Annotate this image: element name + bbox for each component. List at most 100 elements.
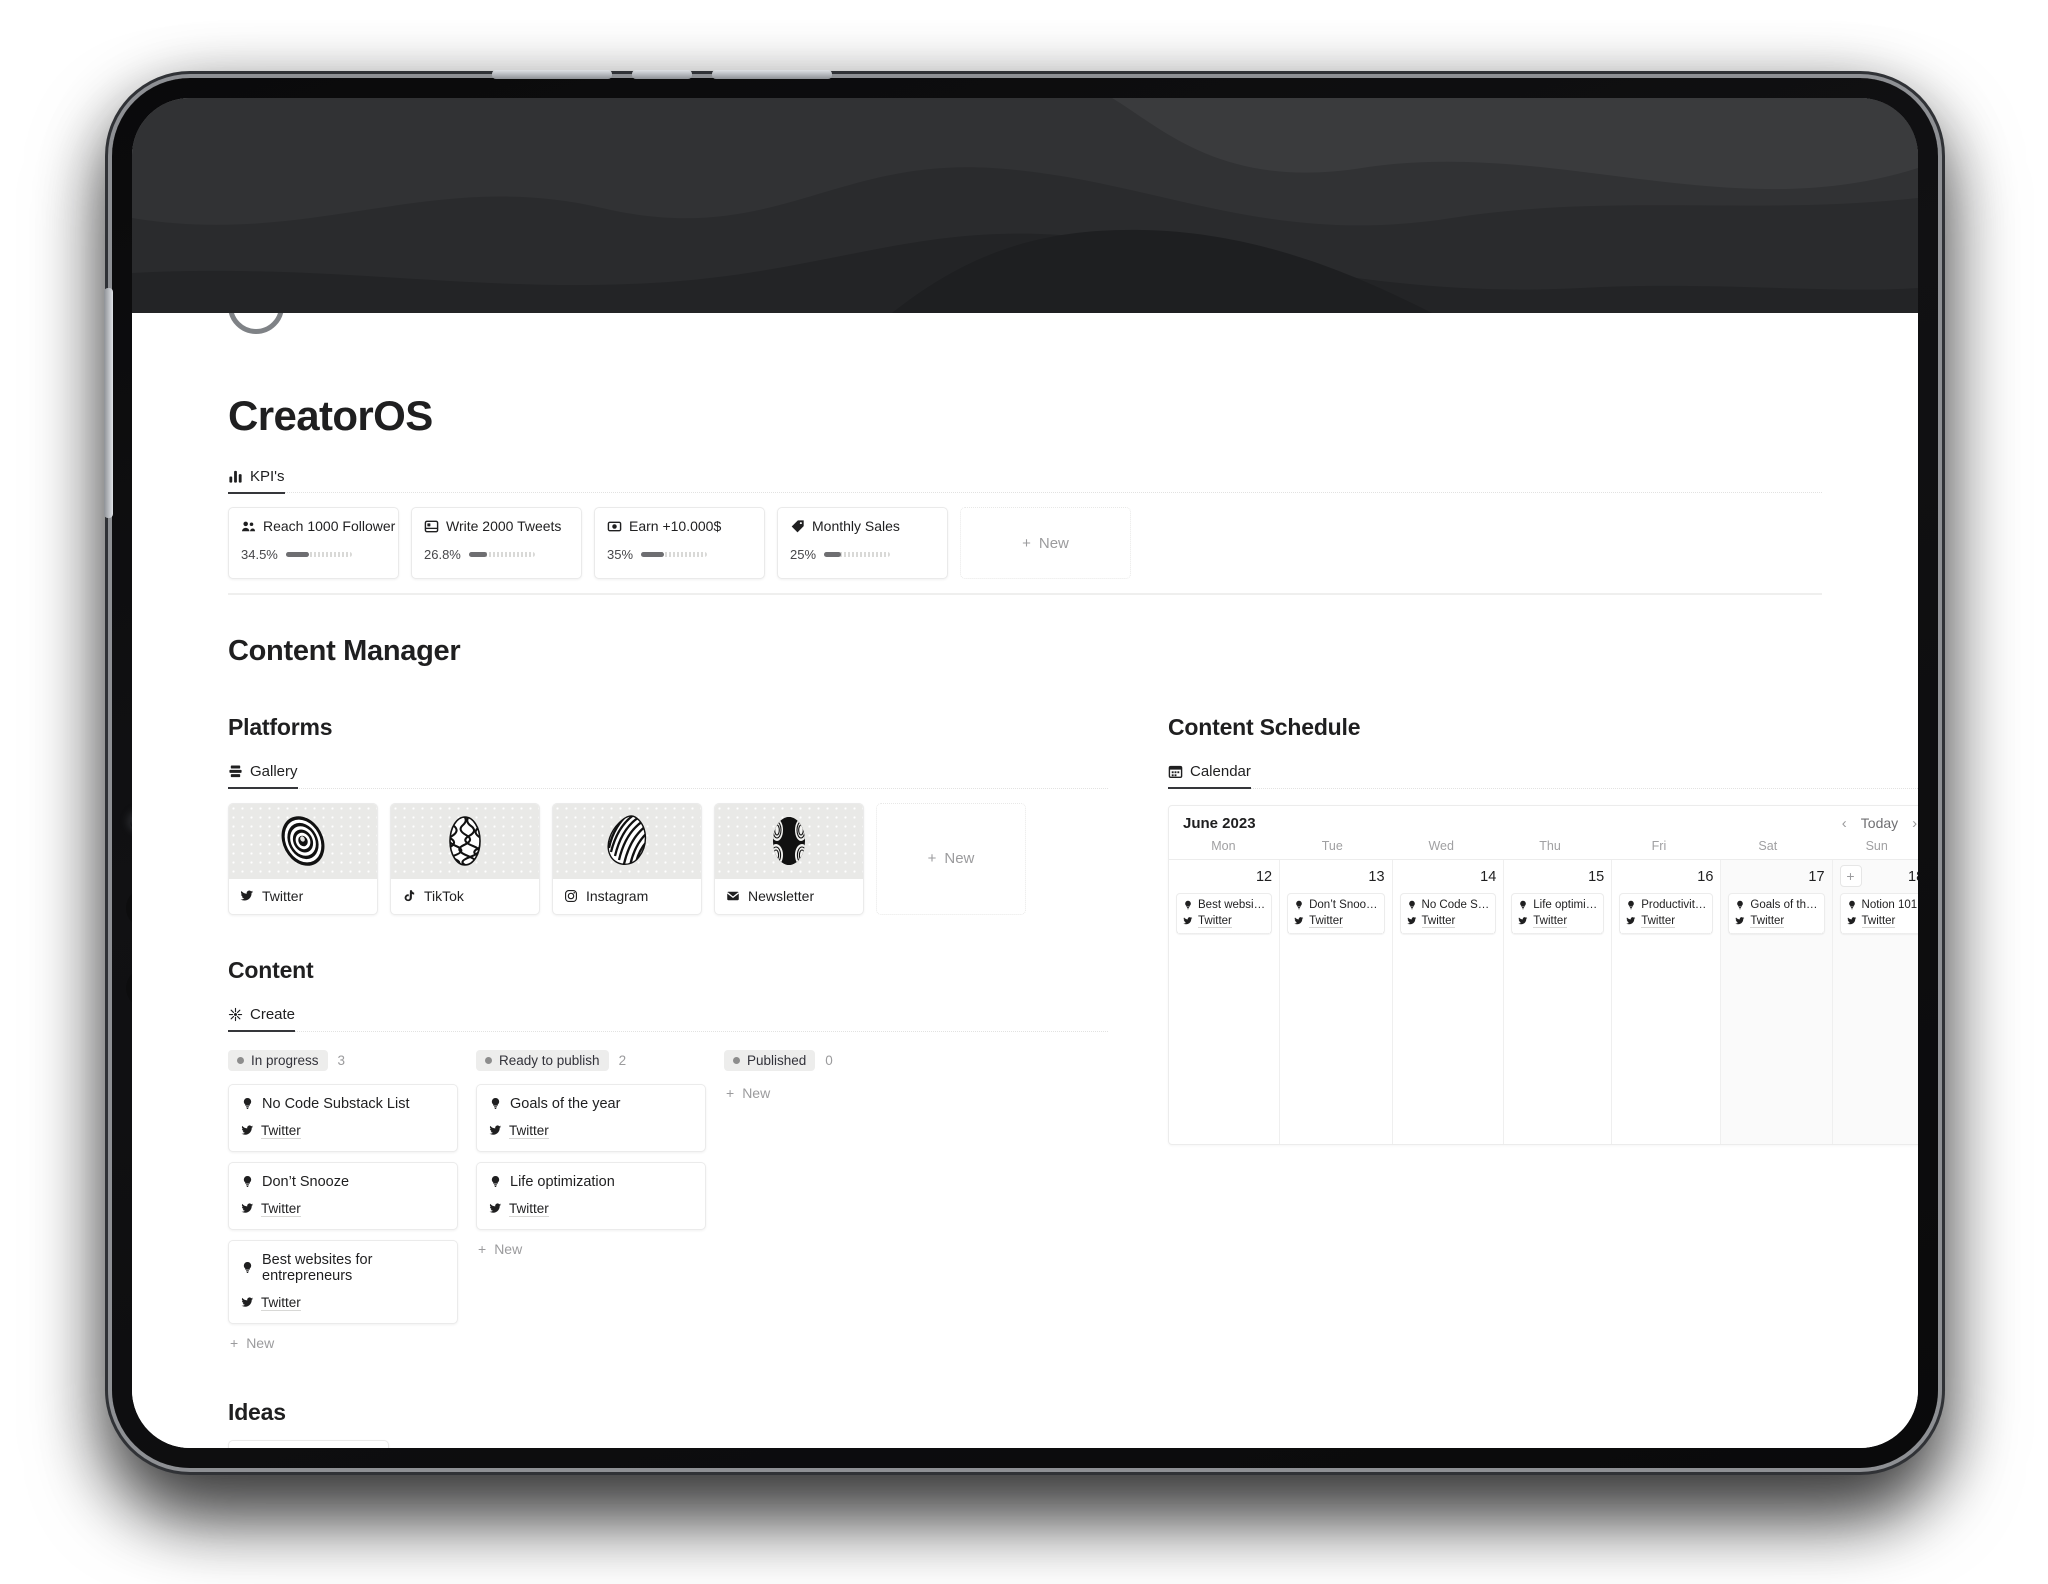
kpi-progress-bar [641, 552, 708, 557]
platform-new-button[interactable]: + New [876, 802, 1026, 915]
compose-icon [424, 519, 439, 534]
plus-icon: + [230, 1334, 239, 1351]
tab-gallery[interactable]: Gallery [228, 763, 298, 789]
calendar-event[interactable]: No Code S… Twitter [1399, 892, 1497, 934]
tab-create-label: Create [250, 1006, 296, 1023]
kpi-percent-label: 35% [607, 547, 634, 562]
platform-card[interactable]: Newsletter [714, 802, 864, 915]
day-name: Tue [1321, 838, 1343, 853]
platform-name: TikTok [424, 887, 464, 904]
calendar-day-cell[interactable]: 12 Best websi… Twitter [1169, 859, 1281, 1144]
tablet-device: CreatorOS KPI's Reach 1000 Follower 34.5… [104, 70, 1938, 1468]
platforms-viewbar: Gallery [228, 755, 1108, 789]
platform-tag: Twitter [1421, 914, 1456, 928]
calendar-day-cell[interactable]: 13 Don’t Snoo… Twitter [1280, 859, 1393, 1144]
calendar-day-cell[interactable]: 16 Productivit… Twitter [1612, 859, 1722, 1144]
calendar-grid: 12 Best websi… Twitter 13 Don’t Snoo… Tw… [1169, 859, 1918, 1144]
content-card-title: Goals of the year [510, 1095, 621, 1112]
kpi-new-button[interactable]: + New [960, 507, 1131, 579]
content-card[interactable]: Don’t Snooze Twitter [228, 1161, 458, 1230]
platform-tag: Twitter [1750, 914, 1785, 928]
add-content-idea-button[interactable]: Add content idea [228, 1439, 389, 1448]
page-title: CreatorOS [228, 392, 433, 439]
calendar-prev-button[interactable]: ‹ [1842, 815, 1847, 832]
platform-card-label: TikTok [391, 879, 539, 913]
calendar-event[interactable]: Notion 101 Twitter [1839, 892, 1918, 934]
board-column-count: 3 [337, 1053, 346, 1068]
board-new-button[interactable]: + New [228, 1335, 458, 1351]
page-cover-image[interactable] [132, 98, 1918, 313]
day-name: Sat [1758, 838, 1778, 853]
content-card[interactable]: No Code Substack List Twitter [228, 1083, 458, 1152]
platform-tag: Twitter [1309, 914, 1343, 928]
kpi-card[interactable]: Reach 1000 Follower 34.5% [228, 507, 399, 579]
status-badge[interactable]: Ready to publish [476, 1050, 609, 1071]
day-name: Sun [1865, 838, 1888, 853]
platform-tag: Twitter [1641, 914, 1676, 928]
content-card-title: Life optimization [510, 1173, 615, 1190]
content-card[interactable]: Best websites for entrepreneurs Twitter [228, 1239, 458, 1324]
kpi-title-wrap: Write 2000 Tweets [424, 518, 569, 534]
calendar-add-event-button[interactable]: + [1839, 864, 1862, 887]
calendar-event[interactable]: Life optimi… Twitter [1511, 892, 1605, 934]
calendar-event[interactable]: Goals of th… Twitter [1728, 892, 1825, 934]
calendar-day-cell[interactable]: 17 Goals of th… Twitter [1721, 859, 1833, 1144]
calendar-day-number: 12 [1255, 868, 1273, 885]
calendar-toolbar: June 2023 ‹ Today › [1169, 806, 1918, 839]
platform-card[interactable]: Instagram [552, 802, 702, 915]
status-dot-icon [733, 1057, 740, 1064]
page-content: CreatorOS KPI's Reach 1000 Follower 34.5… [132, 313, 1918, 1448]
platform-new-label: New [944, 850, 975, 867]
ideas-heading: Ideas [228, 1398, 286, 1425]
lightbulb-icon [241, 1261, 254, 1274]
gallery-icon [228, 764, 243, 779]
kpi-card[interactable]: Earn +10.000$ 35% [594, 507, 765, 579]
tab-create[interactable]: Create [228, 1006, 296, 1032]
calendar-event-title-wrap: No Code S… [1407, 898, 1490, 911]
kpi-card[interactable]: Monthly Sales 25% [777, 507, 948, 579]
platform-name: Instagram [586, 887, 649, 904]
kpi-meter: 35% [607, 547, 752, 562]
calendar-event[interactable]: Productivit… Twitter [1619, 892, 1714, 934]
tab-calendar[interactable]: Calendar [1168, 763, 1251, 789]
calendar-event-title: No Code S… [1421, 898, 1490, 911]
content-card[interactable]: Life optimization Twitter [476, 1161, 706, 1230]
tab-kpis[interactable]: KPI's [228, 468, 285, 494]
platforms-heading: Platforms [228, 713, 333, 740]
calendar-day-cell[interactable]: + 18 Notion 101 [1832, 859, 1918, 1144]
top-button-3[interactable] [712, 70, 832, 79]
content-card[interactable]: Goals of the year Twitter [476, 1083, 706, 1152]
twitter-icon [489, 1202, 502, 1215]
volume-button[interactable] [104, 288, 113, 518]
status-badge[interactable]: Published [724, 1050, 816, 1071]
calendar-day-cell[interactable]: 15 Life optimi… Twitter [1504, 859, 1613, 1144]
top-button-2[interactable] [632, 70, 692, 79]
calendar-event[interactable]: Don’t Snoo… Twitter [1287, 892, 1385, 934]
kpi-card[interactable]: Write 2000 Tweets 26.8% [411, 507, 582, 579]
status-label: In progress [251, 1053, 319, 1068]
board-new-button[interactable]: + New [724, 1085, 954, 1101]
tab-kpis-label: KPI's [250, 467, 285, 485]
platform-thumbnail-shell-stripes [553, 803, 701, 879]
platform-card[interactable]: TikTok [390, 802, 540, 915]
platform-tag: Twitter [509, 1200, 549, 1217]
top-button-1[interactable] [492, 70, 612, 79]
platform-tag: Twitter [261, 1294, 301, 1311]
calendar-event-platform: Twitter [1626, 915, 1706, 928]
calendar-next-button[interactable]: › [1912, 815, 1917, 832]
kpi-progress-bar [468, 552, 535, 557]
status-badge[interactable]: In progress [228, 1050, 328, 1071]
board-new-button[interactable]: + New [476, 1241, 706, 1257]
platform-card[interactable]: Twitter [228, 802, 378, 915]
twitter-icon [241, 1202, 254, 1215]
envelope-icon [726, 889, 740, 903]
calendar-day-cell[interactable]: 14 No Code S… Twitter [1393, 859, 1505, 1144]
calendar-today-button[interactable]: Today [1861, 815, 1898, 831]
kpi-progress-bar [285, 552, 352, 557]
calendar-event-title: Life optimi… [1533, 898, 1598, 911]
twitter-icon [1626, 916, 1636, 926]
content-card-title-wrap: Life optimization [489, 1174, 693, 1190]
kpi-progress-bar [824, 552, 891, 557]
kpi-title-wrap: Reach 1000 Follower [241, 518, 395, 534]
calendar-event[interactable]: Best websi… Twitter [1176, 892, 1273, 934]
